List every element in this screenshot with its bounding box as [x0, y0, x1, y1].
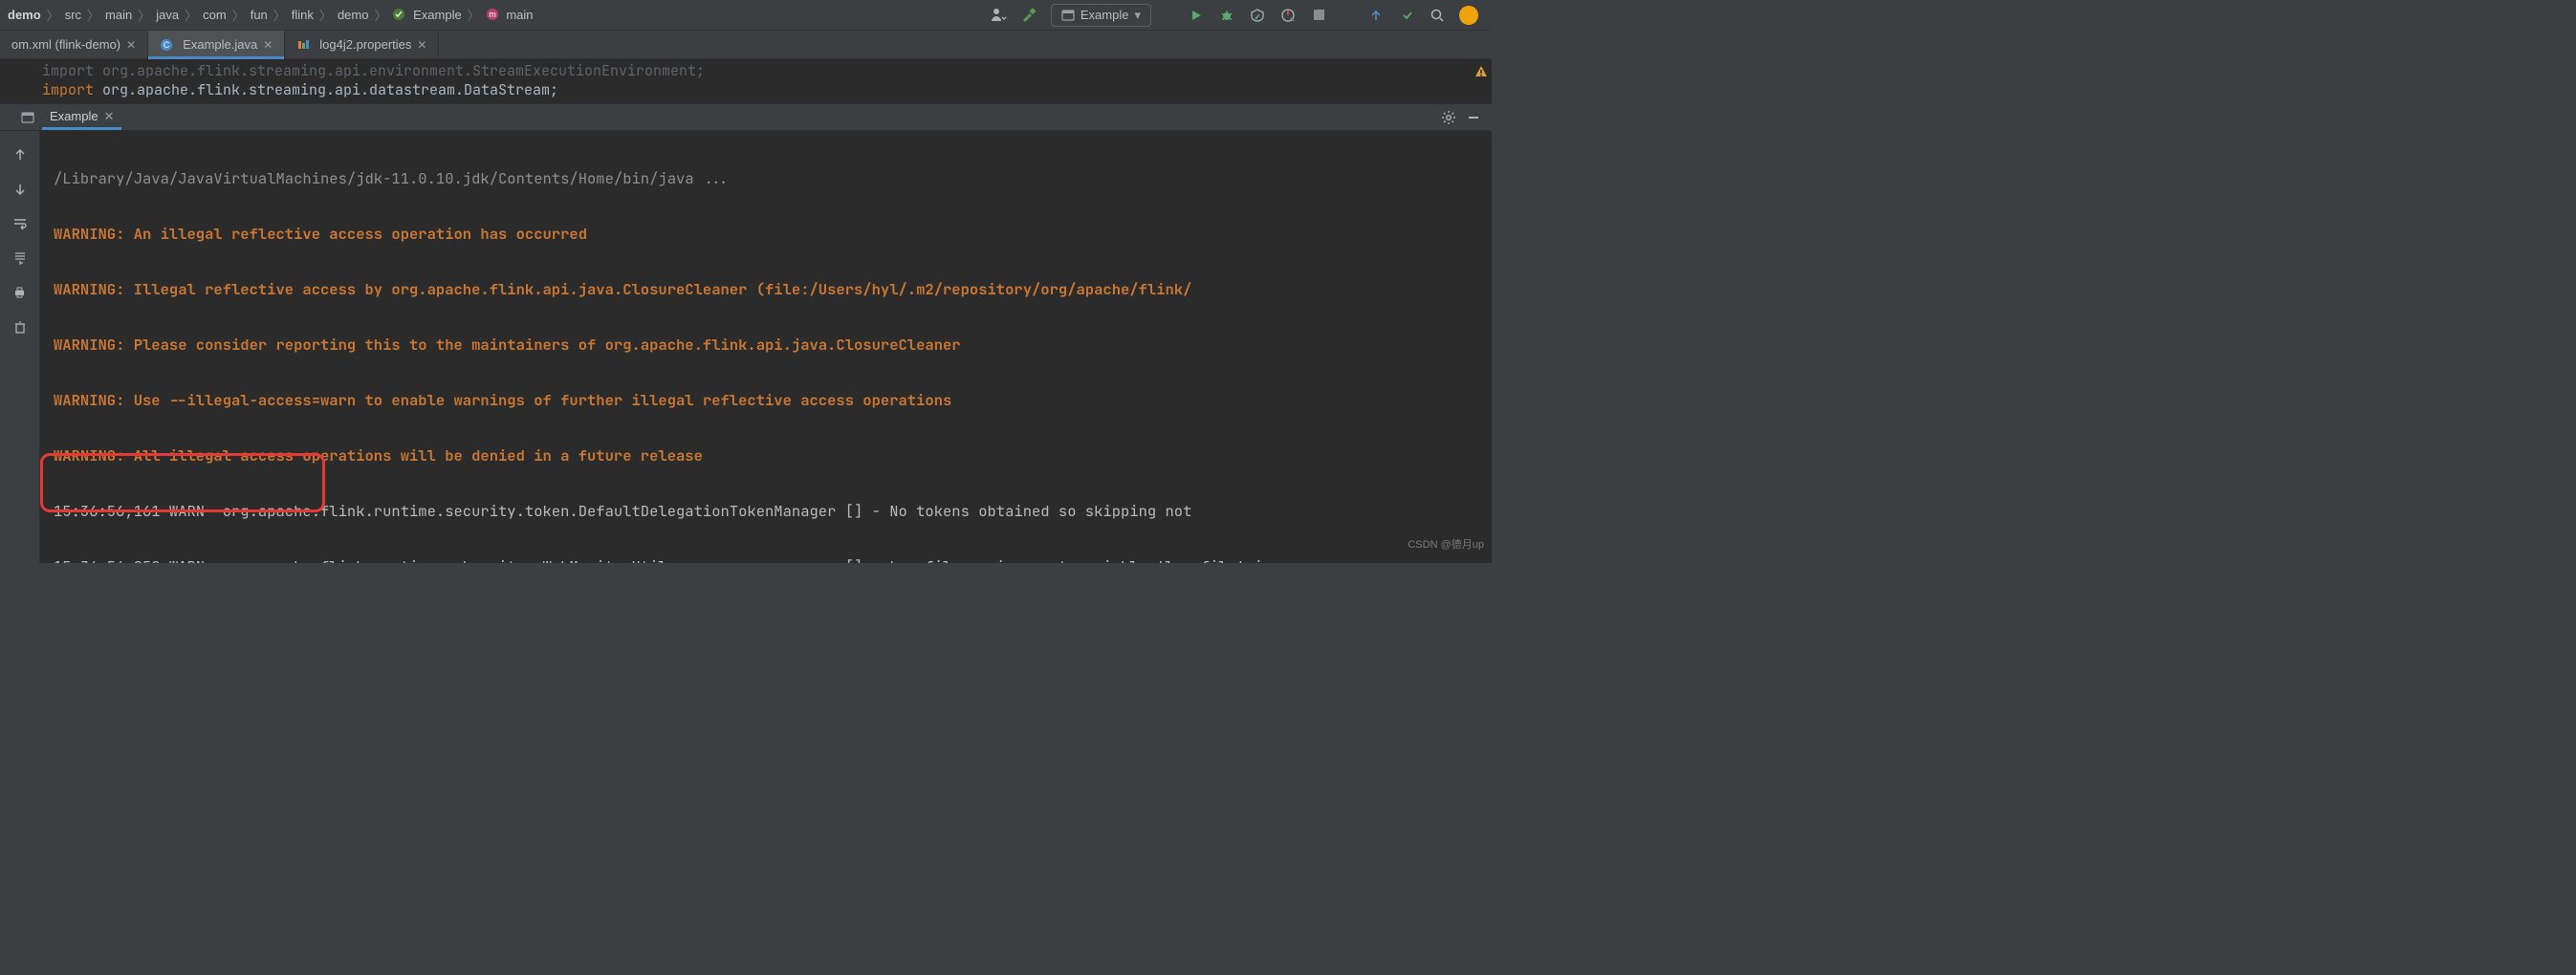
- console-line: WARNING: An illegal reflective access op…: [54, 220, 1482, 248]
- class-icon: [392, 8, 405, 21]
- run-tab-label: Example: [50, 109, 98, 123]
- user-icon[interactable]: [990, 7, 1007, 24]
- print-icon[interactable]: [11, 284, 29, 301]
- application-icon: [1061, 9, 1075, 22]
- soft-wrap-icon[interactable]: [11, 215, 29, 232]
- console-line: WARNING: Please consider reporting this …: [54, 331, 1482, 358]
- up-arrow-icon[interactable]: [11, 146, 29, 163]
- trash-icon[interactable]: [11, 318, 29, 336]
- method-icon: m: [486, 8, 499, 21]
- run-config-label: Example: [1081, 8, 1129, 22]
- breadcrumb-item[interactable]: m main: [484, 8, 535, 22]
- console-line: WARNING: Use --illegal-access=warn to en…: [54, 386, 1482, 414]
- chevron-down-icon: ▾: [1134, 8, 1141, 23]
- tab-log4j2[interactable]: log4j2.properties ✕: [285, 31, 439, 58]
- profile-icon[interactable]: [1279, 7, 1297, 24]
- stop-icon[interactable]: [1310, 7, 1327, 24]
- navigation-bar: demo〉 src〉 main〉 java〉 com〉 fun〉 flink〉 …: [0, 0, 1492, 31]
- breadcrumb-item[interactable]: Example: [390, 8, 463, 22]
- console-line: WARNING: Illegal reflective access by or…: [54, 275, 1482, 303]
- run-sidebar: [0, 131, 40, 563]
- tab-pom[interactable]: om.xml (flink-demo) ✕: [0, 31, 148, 58]
- code-editor[interactable]: import org.apache.flink.streaming.api.en…: [0, 59, 1492, 103]
- run-tool-header: Example ✕: [0, 104, 1492, 131]
- breadcrumb-item[interactable]: fun: [249, 8, 270, 22]
- avatar[interactable]: [1459, 6, 1478, 25]
- code-line: import org.apache.flink.streaming.api.en…: [42, 61, 1492, 80]
- breadcrumb-item[interactable]: flink: [290, 8, 316, 22]
- code-line: import org.apache.flink.streaming.api.da…: [42, 80, 1492, 99]
- application-icon: [21, 111, 34, 124]
- minimize-icon[interactable]: [1465, 109, 1482, 126]
- close-icon[interactable]: ✕: [263, 38, 273, 52]
- breadcrumb-item[interactable]: demo: [6, 8, 43, 22]
- breadcrumb-item[interactable]: demo: [336, 8, 371, 22]
- breadcrumb-item[interactable]: com: [201, 8, 229, 22]
- console-line: 15:36:56,950 WARN org.apache.flink.runti…: [54, 552, 1482, 563]
- vcs-commit-icon[interactable]: [1398, 7, 1415, 24]
- breadcrumb-item[interactable]: java: [154, 8, 181, 22]
- close-icon[interactable]: ✕: [417, 38, 426, 52]
- build-icon[interactable]: [1020, 7, 1037, 24]
- search-icon[interactable]: [1429, 7, 1446, 24]
- down-arrow-icon[interactable]: [11, 181, 29, 198]
- console-line: 15:36:56,161 WARN org.apache.flink.runti…: [54, 497, 1482, 525]
- debug-icon[interactable]: [1218, 7, 1235, 24]
- vcs-update-icon[interactable]: [1367, 7, 1385, 24]
- run-tab[interactable]: Example ✕: [42, 106, 121, 130]
- scroll-to-end-icon[interactable]: [11, 249, 29, 267]
- console-line: /Library/Java/JavaVirtualMachines/jdk-11…: [54, 164, 1482, 192]
- breadcrumb-item[interactable]: src: [63, 8, 83, 22]
- run-body: /Library/Java/JavaVirtualMachines/jdk-11…: [0, 131, 1492, 563]
- properties-icon: [296, 38, 310, 52]
- run-icon[interactable]: [1188, 7, 1205, 24]
- watermark: CSDN @德月up: [1408, 531, 1484, 559]
- breadcrumb: demo〉 src〉 main〉 java〉 com〉 fun〉 flink〉 …: [6, 6, 990, 24]
- tab-example-java[interactable]: C Example.java ✕: [148, 31, 285, 58]
- warning-icon[interactable]: [1474, 65, 1488, 78]
- run-configuration-select[interactable]: Example ▾: [1051, 4, 1151, 27]
- console-output[interactable]: /Library/Java/JavaVirtualMachines/jdk-11…: [40, 131, 1492, 563]
- close-icon[interactable]: ✕: [104, 109, 115, 124]
- console-line: WARNING: All illegal access operations w…: [54, 442, 1482, 469]
- editor-tabs: om.xml (flink-demo) ✕ C Example.java ✕ l…: [0, 31, 1492, 59]
- coverage-icon[interactable]: [1249, 7, 1266, 24]
- svg-text:C: C: [164, 40, 170, 50]
- run-tool-window: Example ✕ /Library/Java/JavaVirtualMachi…: [0, 103, 1492, 563]
- breadcrumb-item[interactable]: main: [103, 8, 134, 22]
- close-icon[interactable]: ✕: [126, 38, 136, 52]
- svg-text:m: m: [489, 10, 496, 19]
- toolbar: Example ▾: [990, 4, 1486, 27]
- java-class-icon: C: [160, 38, 173, 52]
- gear-icon[interactable]: [1440, 109, 1457, 126]
